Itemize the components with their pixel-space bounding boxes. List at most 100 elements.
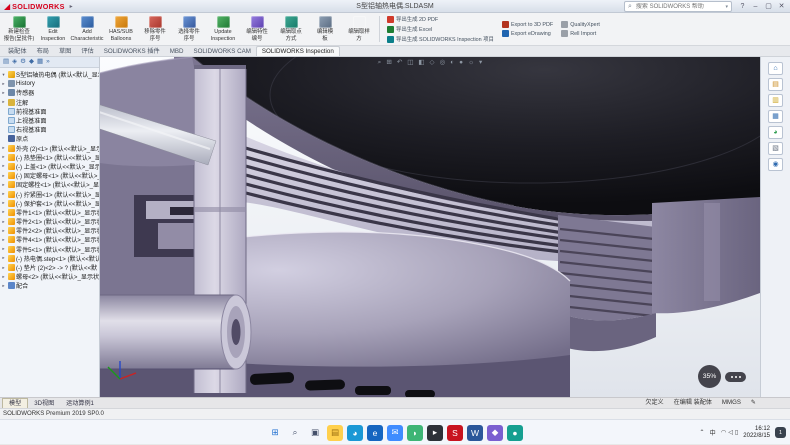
edge-icon[interactable]: ◕ (347, 425, 363, 441)
section-view-icon[interactable]: ◫ (407, 58, 413, 68)
ribbon-tab-5[interactable]: MBD (165, 47, 189, 57)
view-palette-icon[interactable]: ▦ (768, 110, 783, 123)
tree-item[interactable]: ▸零件4<1> (默认<<默认>_显示状 (1, 235, 99, 244)
expand-arrow-icon[interactable]: ▸ (1, 81, 6, 87)
ime-indicator[interactable]: 中 (710, 428, 716, 437)
export-item[interactable]: Rell Import (561, 30, 600, 37)
configurationmanager-tab[interactable]: ⚙ (20, 57, 26, 67)
tree-item[interactable]: ▸(-) 垫片 (2)<2> -> ? (默认<<默 (1, 263, 99, 272)
ribbon-tab-6[interactable]: SOLIDWORKS CAM (188, 47, 255, 57)
annotation-view-icon[interactable]: ◧ (418, 58, 424, 68)
task-view-icon[interactable]: ▣ (307, 425, 323, 441)
featuremanager-tab[interactable]: ▤ (3, 57, 9, 67)
zoom-fit-icon[interactable]: ⌕ (378, 58, 382, 68)
doc-tab-0[interactable]: 模型 (2, 398, 28, 409)
expand-arrow-icon[interactable]: ▸ (1, 90, 6, 96)
export-item[interactable]: QualityXpert (561, 21, 600, 28)
design-library-icon[interactable]: ▤ (768, 78, 783, 91)
ribbon-button[interactable]: EditInspection (36, 14, 70, 44)
expand-arrow-icon[interactable]: ▸ (1, 219, 6, 225)
ribbon-button[interactable]: UpdateInspection (206, 14, 240, 44)
ribbon-button[interactable]: 选择零件序号 (172, 14, 206, 44)
expand-arrow-icon[interactable]: ▸ (1, 255, 6, 261)
edit-appearance-icon[interactable]: ● (459, 58, 463, 68)
display-style-icon[interactable]: ◎ (440, 58, 446, 68)
search-dropdown-icon[interactable]: ▾ (725, 4, 728, 10)
expand-arrow-icon[interactable]: ▸ (1, 246, 6, 252)
hide-show-items-icon[interactable]: ◐ (450, 58, 454, 68)
close-button[interactable]: ✕ (775, 0, 788, 13)
tree-item[interactable]: ▸配合 (1, 281, 99, 290)
tree-item[interactable]: 右视基准面 (1, 125, 99, 134)
tree-item[interactable]: ▸(-) 固定螺母<1> (默认<<默认>_显 (1, 171, 99, 180)
word-icon[interactable]: W (467, 425, 483, 441)
tree-item[interactable]: 前视基准面 (1, 107, 99, 116)
file-explorer-tab-icon[interactable]: ▥ (768, 94, 783, 107)
ribbon-button[interactable]: 新建检查报告(呈批件) (2, 14, 36, 44)
expand-arrow-icon[interactable]: ▸ (1, 209, 6, 215)
expand-arrow-icon[interactable]: ▸ (1, 173, 6, 179)
expand-arrow-icon[interactable]: ▸ (1, 228, 6, 234)
app-purple-icon[interactable]: ◆ (487, 425, 503, 441)
expand-arrow-icon[interactable]: ▸ (1, 191, 6, 197)
appearances-scenes-icon[interactable]: ◕ (768, 126, 783, 139)
export-item[interactable]: Export to 3D PDF (502, 21, 553, 28)
expand-arrow-icon[interactable]: ▸ (1, 154, 6, 160)
ribbon-button[interactable]: HAS/SUBBalloons (104, 14, 138, 44)
zoom-area-icon[interactable]: ⊞ (386, 58, 391, 68)
ribbon-tab-0[interactable]: 装配体 (3, 47, 32, 57)
ribbon-tab-2[interactable]: 草图 (54, 47, 76, 57)
previous-view-icon[interactable]: ↶ (397, 58, 402, 68)
expand-arrow-icon[interactable]: ▸ (1, 237, 6, 243)
expand-arrow-icon[interactable]: ▸ (1, 182, 6, 188)
panel-overflow[interactable]: » (46, 57, 50, 67)
ribbon-button[interactable]: 编辑取点方式 (274, 14, 308, 44)
forum-icon[interactable]: ◉ (768, 158, 783, 171)
search-input[interactable] (634, 3, 724, 11)
expand-arrow-icon[interactable]: ▸ (1, 145, 6, 151)
restore-button[interactable]: ▢ (762, 0, 775, 13)
tree-item[interactable]: ▸(-) 热电偶.step<1> (默认<<默认> (1, 254, 99, 263)
tree-item[interactable]: ▸History (1, 79, 99, 88)
expand-arrow-icon[interactable]: ▸ (1, 274, 6, 280)
tree-item[interactable]: ▸零件5<1> (默认<<默认>_显示状 (1, 245, 99, 254)
tray-chevron-icon[interactable]: ⌃ (699, 429, 704, 436)
expand-arrow-icon[interactable]: ▸ (1, 283, 6, 289)
tree-item[interactable]: ▸(-) 上盖<1> (默认<<默认>_显示状 (1, 162, 99, 171)
file-explorer-icon[interactable]: ▤ (327, 425, 343, 441)
export-item[interactable]: 导出生成 Excel (387, 25, 494, 33)
view-settings-icon[interactable]: ▾ (479, 58, 482, 68)
tree-item[interactable]: 上视基准面 (1, 116, 99, 125)
ribbon-tab-4[interactable]: SOLIDWORKS 插件 (99, 47, 165, 57)
tree-item[interactable]: ▾S型铝轴热电偶 (默认<默认_显示状态-1 (1, 70, 99, 79)
doc-tab-1[interactable]: 3D视图 (28, 399, 60, 409)
minimize-button[interactable]: – (749, 0, 762, 13)
solidworks-app-icon[interactable]: S (447, 425, 463, 441)
ribbon-button[interactable]: 编辑特性编号 (240, 14, 274, 44)
notification-badge[interactable]: 1 (775, 427, 786, 438)
start-icon[interactable]: ⊞ (267, 425, 283, 441)
tree-item[interactable]: ▸(-) 拧紧圈<1> (默认<<默认>_显示 (1, 189, 99, 198)
propertymanager-tab[interactable]: ◈ (12, 57, 17, 67)
ribbon-button[interactable]: AddCharacteristic (70, 14, 104, 44)
help-search-box[interactable]: ⌕ ▾ (624, 1, 732, 12)
tree-item[interactable]: ▸固定螺栓<1> (默认<<默认>_显示1 (1, 180, 99, 189)
tree-item[interactable]: ▸外壳 (2)<1> (默认<<默认>_显示状 (1, 144, 99, 153)
custom-properties-icon[interactable]: ▧ (768, 142, 783, 155)
ribbon-tab-7[interactable]: SOLIDWORKS Inspection (256, 46, 340, 57)
tree-item[interactable]: ▸传感器 (1, 88, 99, 97)
home-tab-icon[interactable]: ⌂ (768, 62, 783, 75)
expand-arrow-icon[interactable]: ▸ (1, 265, 6, 271)
dimxpertmanager-tab[interactable]: ◆ (29, 57, 34, 67)
ribbon-tab-3[interactable]: 评估 (76, 47, 98, 57)
ribbon-button[interactable]: 移除零件序号 (138, 14, 172, 44)
tree-item[interactable]: ▸螺母<2> (默认<<默认>_显示状 (1, 272, 99, 281)
tree-item[interactable]: ▸零件2<1> (默认<<默认>_显示状 (1, 217, 99, 226)
tree-item[interactable]: ▸(-) 保护套<1> (默认<<默认>_显示 (1, 199, 99, 208)
menu-expand-arrow-icon[interactable]: ▸ (70, 3, 73, 10)
tree-item[interactable]: ▸零件1<1> (默认<<默认>_显示状态 (1, 208, 99, 217)
tree-item[interactable]: ▸注解 (1, 98, 99, 107)
ribbon-button[interactable]: 编辑取样方 (342, 14, 376, 44)
browser-icon[interactable]: e (367, 425, 383, 441)
tree-item[interactable]: 原点 (1, 134, 99, 143)
